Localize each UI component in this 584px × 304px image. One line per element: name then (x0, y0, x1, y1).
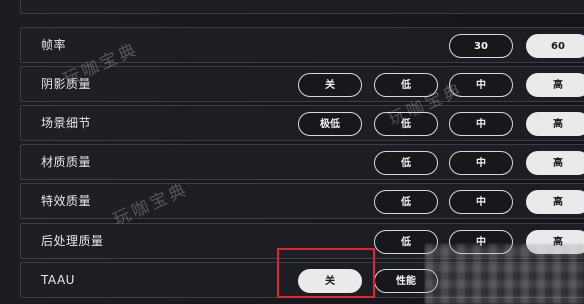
mosaic-overlay (425, 244, 584, 304)
shadow-off-button[interactable]: 关 (298, 73, 362, 97)
settings-row-effects-quality: 特效质量 低 中 高 (20, 183, 584, 219)
post-processing-label: 后处理质量 (41, 234, 104, 248)
texture-high-button[interactable]: 高 (526, 151, 584, 175)
texture-quality-label: 材质质量 (41, 155, 92, 169)
scene-detail-label: 场景细节 (41, 116, 92, 130)
effects-quality-label: 特效质量 (41, 194, 92, 208)
scene-detail-high-button[interactable]: 高 (526, 112, 584, 136)
effects-high-button[interactable]: 高 (526, 190, 584, 214)
frame-rate-label: 帧率 (41, 38, 67, 52)
frame-rate-60-button[interactable]: 60 (526, 34, 584, 58)
scene-detail-very-low-button[interactable]: 极低 (298, 112, 362, 136)
shadow-high-button[interactable]: 高 (526, 73, 584, 97)
settings-row-partial (20, 0, 584, 14)
settings-row-scene-detail: 场景细节 极低 低 中 高 (20, 105, 584, 141)
texture-low-button[interactable]: 低 (374, 151, 438, 175)
effects-low-button[interactable]: 低 (374, 190, 438, 214)
scene-detail-medium-button[interactable]: 中 (449, 112, 513, 136)
texture-medium-button[interactable]: 中 (449, 151, 513, 175)
frame-rate-30-button[interactable]: 30 (449, 34, 513, 58)
settings-row-texture-quality: 材质质量 低 中 高 (20, 144, 584, 180)
graphics-settings-panel: 帧率 30 60 阴影质量 关 低 中 高 场景细节 极低 低 中 高 材质质量… (0, 0, 584, 304)
taau-label: TAAU (41, 273, 75, 287)
red-highlight-annotation (277, 248, 375, 298)
effects-medium-button[interactable]: 中 (449, 190, 513, 214)
